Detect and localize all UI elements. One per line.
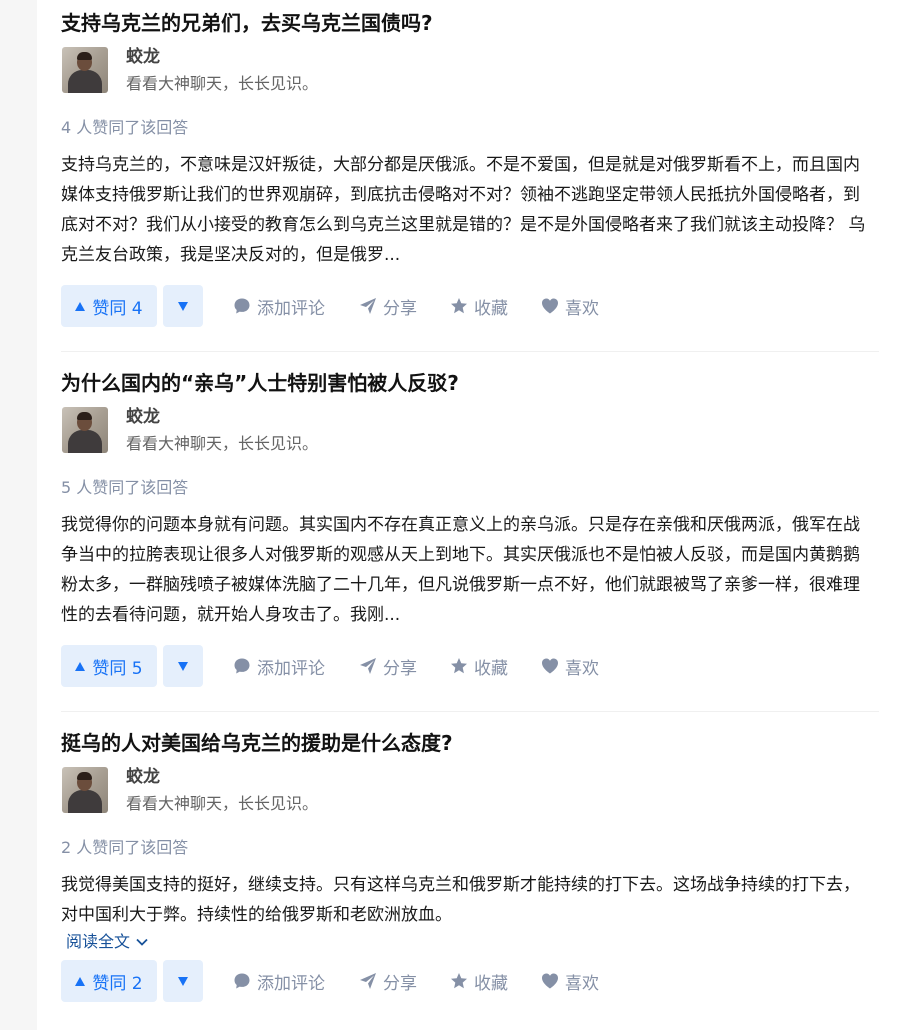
triangle-up-icon <box>75 661 86 671</box>
vote-down-button[interactable] <box>163 645 203 687</box>
triangle-up-icon <box>75 301 86 311</box>
star-icon <box>451 973 467 989</box>
comment-bubble-icon <box>234 973 250 989</box>
favorite-button[interactable]: 收藏 <box>450 285 508 327</box>
answer-excerpt[interactable]: 支持乌克兰的，不意味是汉奸叛徒，大部分都是厌俄派。不是不爱国，但是就是对俄罗斯看… <box>61 150 873 270</box>
divider <box>61 351 879 352</box>
author-info: 蛟龙 看看大神聊天，长长见识。 <box>61 47 879 99</box>
triangle-down-icon <box>178 976 188 986</box>
share-label: 分享 <box>383 658 417 679</box>
like-label: 喜欢 <box>565 658 599 679</box>
star-icon <box>451 658 467 674</box>
action-bar: 赞同 2 添加评论 分享 收藏 喜欢 <box>61 960 879 1002</box>
triangle-down-icon <box>178 301 188 311</box>
vote-up-label: 赞同 2 <box>92 973 143 994</box>
like-button[interactable]: 喜欢 <box>541 645 599 687</box>
avatar[interactable] <box>62 407 108 453</box>
answer-item: 挺乌的人对美国给乌克兰的援助是什么态度? 蛟龙 看看大神聊天，长长见识。 2 人… <box>61 730 879 1002</box>
vote-up-button[interactable]: 赞同 2 <box>61 960 157 1002</box>
answer-excerpt[interactable]: 我觉得你的问题本身就有问题。其实国内不存在真正意义上的亲乌派。只是存在亲俄和厌俄… <box>61 510 873 630</box>
add-comment-button[interactable]: 添加评论 <box>233 960 325 1002</box>
favorite-label: 收藏 <box>474 298 508 319</box>
add-comment-label: 添加评论 <box>257 973 325 994</box>
action-bar: 赞同 4 添加评论 分享 收藏 喜欢 <box>61 285 879 327</box>
heart-icon <box>542 298 558 314</box>
paper-plane-icon <box>360 973 376 989</box>
answer-item: 支持乌克兰的兄弟们，去买乌克兰国债吗? 蛟龙 看看大神聊天，长长见识。 4 人赞… <box>61 10 879 327</box>
favorite-label: 收藏 <box>474 658 508 679</box>
vote-down-button[interactable] <box>163 285 203 327</box>
author-bio: 看看大神聊天，长长见识。 <box>126 74 319 93</box>
author-name[interactable]: 蛟龙 <box>126 406 160 428</box>
add-comment-label: 添加评论 <box>257 298 325 319</box>
read-more-link[interactable]: 阅读全文 <box>66 931 148 953</box>
triangle-up-icon <box>75 976 86 986</box>
question-title[interactable]: 支持乌克兰的兄弟们，去买乌克兰国债吗? <box>61 10 879 36</box>
favorite-button[interactable]: 收藏 <box>450 960 508 1002</box>
paper-plane-icon <box>360 658 376 674</box>
share-button[interactable]: 分享 <box>359 960 417 1002</box>
add-comment-button[interactable]: 添加评论 <box>233 645 325 687</box>
divider <box>61 711 879 712</box>
author-name[interactable]: 蛟龙 <box>126 766 160 788</box>
add-comment-label: 添加评论 <box>257 658 325 679</box>
like-button[interactable]: 喜欢 <box>541 960 599 1002</box>
chevron-down-icon <box>136 938 148 946</box>
comment-bubble-icon <box>234 298 250 314</box>
read-more-label: 阅读全文 <box>66 932 131 951</box>
star-icon <box>451 298 467 314</box>
author-bio: 看看大神聊天，长长见识。 <box>126 434 319 453</box>
author-bio: 看看大神聊天，长长见识。 <box>126 794 319 813</box>
share-label: 分享 <box>383 298 417 319</box>
author-info: 蛟龙 看看大神聊天，长长见识。 <box>61 407 879 459</box>
share-label: 分享 <box>383 973 417 994</box>
question-title[interactable]: 为什么国内的“亲乌”人士特别害怕被人反驳? <box>61 370 879 396</box>
vote-count-text: 4 人赞同了该回答 <box>61 118 189 137</box>
heart-icon <box>542 973 558 989</box>
like-label: 喜欢 <box>565 298 599 319</box>
vote-up-button[interactable]: 赞同 5 <box>61 645 157 687</box>
vote-up-label: 赞同 5 <box>92 658 143 679</box>
vote-up-label: 赞同 4 <box>92 298 143 319</box>
vote-count-text: 2 人赞同了该回答 <box>61 838 189 857</box>
comment-bubble-icon <box>234 658 250 674</box>
paper-plane-icon <box>360 298 376 314</box>
answer-item: 为什么国内的“亲乌”人士特别害怕被人反驳? 蛟龙 看看大神聊天，长长见识。 5 … <box>61 370 879 687</box>
like-button[interactable]: 喜欢 <box>541 285 599 327</box>
heart-icon <box>542 658 558 674</box>
vote-down-button[interactable] <box>163 960 203 1002</box>
favorite-button[interactable]: 收藏 <box>450 645 508 687</box>
favorite-label: 收藏 <box>474 973 508 994</box>
vote-up-button[interactable]: 赞同 4 <box>61 285 157 327</box>
action-bar: 赞同 5 添加评论 分享 收藏 喜欢 <box>61 645 879 687</box>
avatar[interactable] <box>62 47 108 93</box>
vote-count-text: 5 人赞同了该回答 <box>61 478 189 497</box>
answer-excerpt[interactable]: 我觉得美国支持的挺好，继续支持。只有这样乌克兰和俄罗斯才能持续的打下去。这场战争… <box>61 870 873 930</box>
add-comment-button[interactable]: 添加评论 <box>233 285 325 327</box>
share-button[interactable]: 分享 <box>359 285 417 327</box>
answer-list-card: 支持乌克兰的兄弟们，去买乌克兰国债吗? 蛟龙 看看大神聊天，长长见识。 4 人赞… <box>37 0 908 1030</box>
share-button[interactable]: 分享 <box>359 645 417 687</box>
triangle-down-icon <box>178 661 188 671</box>
question-title[interactable]: 挺乌的人对美国给乌克兰的援助是什么态度? <box>61 730 879 756</box>
like-label: 喜欢 <box>565 973 599 994</box>
author-info: 蛟龙 看看大神聊天，长长见识。 <box>61 767 879 819</box>
author-name[interactable]: 蛟龙 <box>126 46 160 68</box>
avatar[interactable] <box>62 767 108 813</box>
